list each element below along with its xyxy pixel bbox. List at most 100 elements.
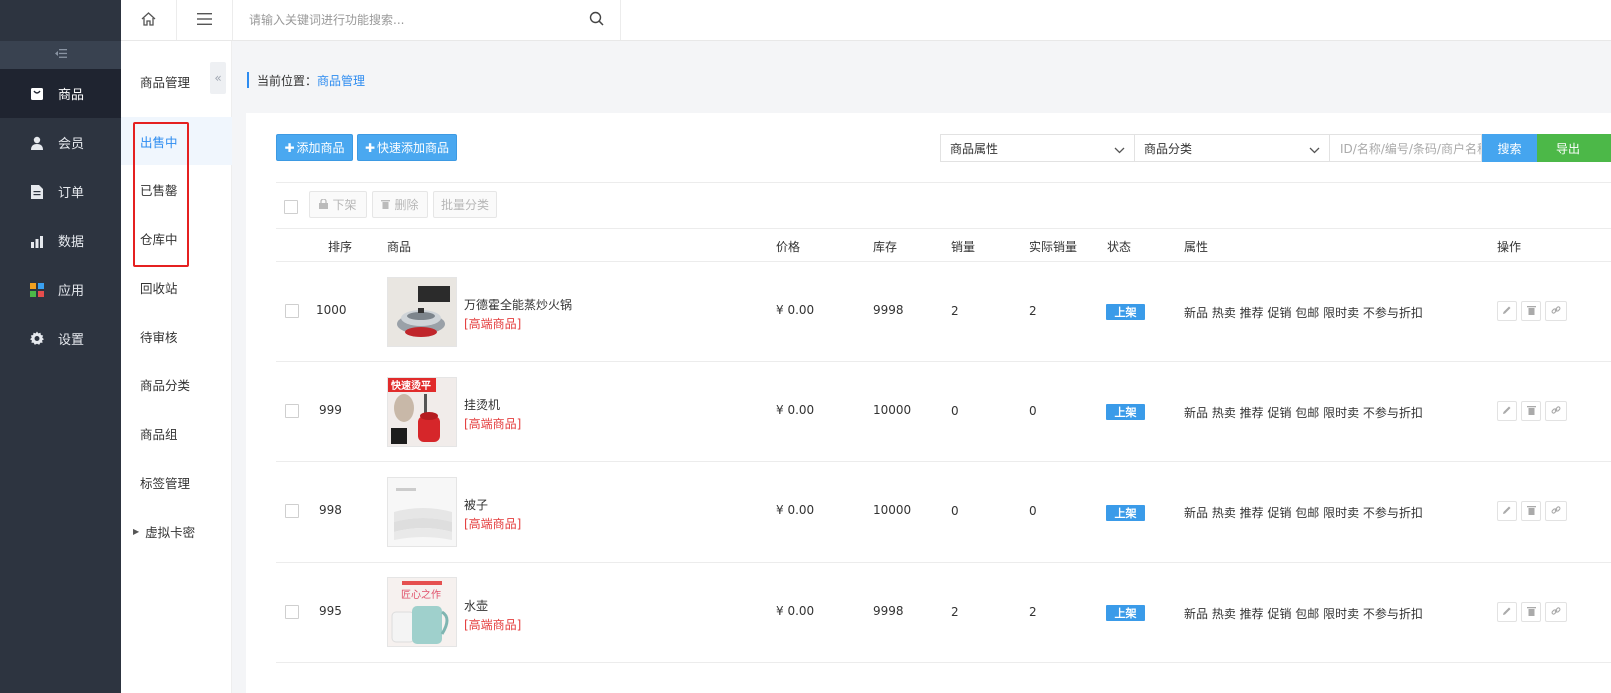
secondary-menu: 商品管理 « 出售中 已售罄 仓库中 回收站 待审核 商品分类 商品组 标签管理… bbox=[121, 41, 232, 693]
product-label: [高端商品] bbox=[464, 317, 522, 331]
attribute-tags: 新品 热卖 推荐 促销 包邮 限时卖 不参与折扣 bbox=[1184, 306, 1423, 320]
column-header-stock[interactable]: 库存 bbox=[873, 238, 897, 255]
stock-value: 10000 bbox=[873, 503, 912, 517]
select-value: 商品属性 bbox=[950, 141, 999, 156]
add-goods-button[interactable]: ✚ 添加商品 bbox=[276, 134, 353, 161]
submenu-collapse-button[interactable]: « bbox=[210, 62, 226, 94]
product-thumbnail[interactable] bbox=[387, 277, 457, 347]
delete-button[interactable] bbox=[1521, 401, 1541, 421]
product-thumbnail[interactable]: 匠心之作 bbox=[387, 577, 457, 647]
divider bbox=[276, 361, 1611, 362]
home-button[interactable] bbox=[121, 0, 177, 40]
quick-add-goods-label: 快速添加商品 bbox=[377, 141, 450, 155]
sidebar-collapse-toggle[interactable] bbox=[0, 41, 121, 69]
submenu-item-label: 已售罄 bbox=[140, 182, 178, 198]
quick-add-goods-button[interactable]: ✚ 快速添加商品 bbox=[357, 134, 457, 161]
sidebar-item-data[interactable]: 数据 bbox=[0, 216, 121, 265]
sidebar-item-settings[interactable]: 设置 bbox=[0, 314, 121, 363]
actual-sales-value: 2 bbox=[1029, 304, 1037, 318]
submenu-item-on-sale[interactable]: 出售中 bbox=[121, 117, 232, 165]
submenu-item-sold-out[interactable]: 已售罄 bbox=[121, 165, 232, 213]
status-badge[interactable]: 上架 bbox=[1106, 605, 1145, 621]
double-chevron-left-icon: « bbox=[214, 71, 222, 85]
product-name[interactable]: 万德霍全能蒸炒火锅 bbox=[464, 296, 572, 313]
batch-category-button[interactable]: 批量分类 bbox=[433, 191, 497, 218]
sidebar-item-apps[interactable]: 应用 bbox=[0, 265, 121, 314]
caret-right-icon: ▶ bbox=[133, 526, 140, 536]
trash-icon bbox=[1526, 605, 1536, 619]
submenu-item-label: 出售中 bbox=[140, 134, 178, 150]
edit-button[interactable] bbox=[1497, 602, 1517, 622]
collapse-icon bbox=[54, 49, 67, 61]
trash-icon bbox=[1526, 404, 1536, 418]
submenu-item-warehouse[interactable]: 仓库中 bbox=[121, 214, 232, 262]
offshelf-button[interactable]: 下架 bbox=[309, 191, 367, 218]
sales-value: 0 bbox=[951, 404, 959, 418]
chevron-down-icon bbox=[1309, 143, 1320, 157]
chevron-down-icon bbox=[1114, 143, 1125, 157]
edit-button[interactable] bbox=[1497, 501, 1517, 521]
select-all-checkbox[interactable] bbox=[284, 200, 298, 214]
link-button[interactable] bbox=[1545, 401, 1567, 421]
column-header-operations: 操作 bbox=[1497, 240, 1522, 254]
pencil-icon bbox=[1502, 605, 1512, 619]
row-checkbox[interactable] bbox=[285, 605, 299, 619]
column-header-price[interactable]: 价格 bbox=[776, 238, 800, 255]
link-button[interactable] bbox=[1545, 301, 1567, 321]
status-badge[interactable]: 上架 bbox=[1106, 505, 1145, 521]
document-icon bbox=[30, 184, 44, 199]
lock-icon bbox=[319, 197, 329, 212]
sidebar-item-members[interactable]: 会员 bbox=[0, 118, 121, 167]
select-value: 商品分类 bbox=[1144, 141, 1193, 156]
status-badge[interactable]: 上架 bbox=[1106, 304, 1145, 320]
delete-button[interactable] bbox=[1521, 301, 1541, 321]
row-checkbox[interactable] bbox=[285, 504, 299, 518]
edit-button[interactable] bbox=[1497, 301, 1517, 321]
sidebar-item-goods[interactable]: 商品 bbox=[0, 69, 121, 118]
submenu-item-recycle-bin[interactable]: 回收站 bbox=[121, 263, 232, 311]
export-button[interactable]: 导出 bbox=[1537, 134, 1611, 162]
submenu-item-virtual-card[interactable]: ▶ 虚拟卡密 bbox=[121, 507, 232, 555]
column-header-actual-sales[interactable]: 实际销量 bbox=[1029, 238, 1077, 255]
product-name[interactable]: 被子 bbox=[464, 496, 488, 513]
delete-button[interactable] bbox=[1521, 602, 1541, 622]
delete-button[interactable] bbox=[1521, 501, 1541, 521]
row-checkbox[interactable] bbox=[285, 404, 299, 418]
link-button[interactable] bbox=[1545, 602, 1567, 622]
product-name[interactable]: 水壶 bbox=[464, 597, 488, 614]
goods-attribute-select[interactable]: 商品属性 bbox=[940, 134, 1135, 162]
product-label: [高端商品] bbox=[464, 417, 522, 431]
home-icon bbox=[141, 11, 156, 29]
submenu-item-label: 待审核 bbox=[140, 329, 178, 345]
thumbnail-banner-text: 快速烫平 bbox=[390, 379, 431, 392]
keyword-placeholder: ID/名称/编号/条码/商户名称 bbox=[1340, 141, 1482, 156]
search-button[interactable]: 搜索 bbox=[1482, 134, 1537, 162]
breadcrumb-current[interactable]: 商品管理 bbox=[317, 72, 365, 89]
stock-value: 10000 bbox=[873, 403, 912, 417]
keyword-search-input[interactable]: ID/名称/编号/条码/商户名称 bbox=[1330, 134, 1482, 162]
product-thumbnail[interactable]: 快速烫平 bbox=[387, 377, 457, 447]
product-thumbnail[interactable] bbox=[387, 477, 457, 547]
menu-toggle-button[interactable] bbox=[177, 0, 233, 40]
goods-category-select[interactable]: 商品分类 bbox=[1135, 134, 1330, 162]
search-icon[interactable] bbox=[589, 11, 604, 29]
garment-steamer-image: 快速烫平 bbox=[388, 378, 456, 446]
row-checkbox[interactable] bbox=[285, 304, 299, 318]
price-value: ¥ 0.00 bbox=[776, 303, 815, 317]
submenu-item-label: 回收站 bbox=[140, 280, 178, 296]
product-name[interactable]: 挂烫机 bbox=[464, 396, 500, 413]
column-header-sales[interactable]: 销量 bbox=[951, 238, 975, 255]
divider bbox=[276, 662, 1611, 663]
column-header-sort[interactable]: 排序 bbox=[328, 238, 352, 255]
submenu-title: 商品管理 bbox=[140, 75, 191, 90]
sidebar-item-orders[interactable]: 订单 bbox=[0, 167, 121, 216]
edit-button[interactable] bbox=[1497, 401, 1517, 421]
status-badge[interactable]: 上架 bbox=[1106, 404, 1145, 420]
submenu-item-pending-review[interactable]: 待审核 bbox=[121, 312, 232, 360]
submenu-item-group[interactable]: 商品组 bbox=[121, 409, 232, 457]
submenu-item-tags[interactable]: 标签管理 bbox=[121, 458, 232, 506]
function-search-input[interactable] bbox=[249, 13, 579, 27]
submenu-item-category[interactable]: 商品分类 bbox=[121, 360, 232, 408]
batch-delete-button[interactable]: 删除 bbox=[372, 191, 428, 218]
link-button[interactable] bbox=[1545, 501, 1567, 521]
